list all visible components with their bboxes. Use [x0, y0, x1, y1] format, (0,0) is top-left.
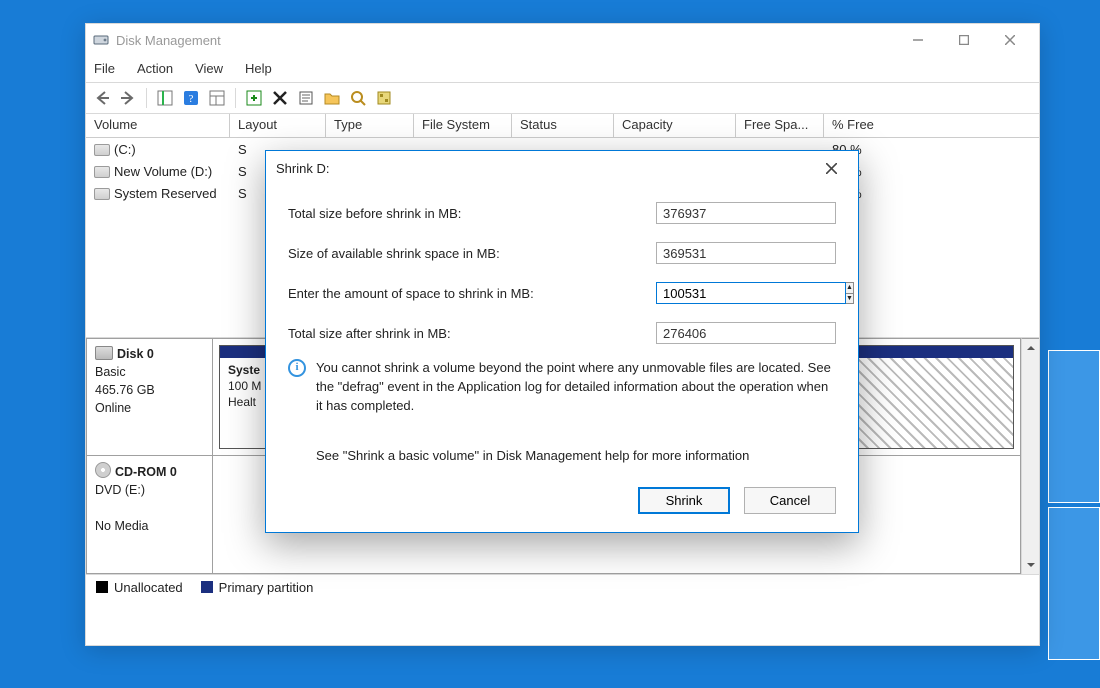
- menu-view[interactable]: View: [195, 56, 223, 82]
- volume-name: System Reserved: [114, 186, 217, 201]
- legend-primary: Primary partition: [201, 580, 314, 595]
- col-pctfree[interactable]: % Free: [824, 114, 1039, 137]
- maximize-button[interactable]: [941, 24, 987, 56]
- col-fs[interactable]: File System: [414, 114, 512, 137]
- col-layout[interactable]: Layout: [230, 114, 326, 137]
- details-pane-icon[interactable]: [205, 86, 229, 110]
- dialog-close-button[interactable]: [814, 151, 848, 185]
- info-icon: i: [288, 359, 306, 377]
- label-available: Size of available shrink space in MB:: [288, 246, 656, 261]
- row-available: Size of available shrink space in MB:: [288, 233, 836, 273]
- row-total-after: Total size after shrink in MB:: [288, 313, 836, 353]
- field-total-before: [656, 202, 836, 224]
- nav-forward-icon[interactable]: [116, 86, 140, 110]
- col-status[interactable]: Status: [512, 114, 614, 137]
- info-text: You cannot shrink a volume beyond the po…: [316, 359, 836, 416]
- menu-help[interactable]: Help: [245, 56, 272, 82]
- volume-name: New Volume (D:): [114, 164, 212, 179]
- volume-name: (C:): [114, 142, 136, 157]
- cancel-button[interactable]: Cancel: [744, 487, 836, 514]
- properties-icon[interactable]: [294, 86, 318, 110]
- menu-file[interactable]: File: [94, 56, 115, 82]
- drive-icon: [94, 188, 110, 200]
- field-total-after: [656, 322, 836, 344]
- nav-back-icon[interactable]: [90, 86, 114, 110]
- menu-action[interactable]: Action: [137, 56, 173, 82]
- legend-unallocated: Unallocated: [96, 580, 183, 595]
- scroll-up-icon[interactable]: [1022, 339, 1039, 357]
- cdrom-icon: [95, 462, 111, 478]
- dialog-help-text: See "Shrink a basic volume" in Disk Mana…: [288, 426, 836, 473]
- menu-bar: File Action View Help: [86, 56, 1039, 82]
- drive-icon: [94, 144, 110, 156]
- field-available: [656, 242, 836, 264]
- col-free[interactable]: Free Spa...: [736, 114, 824, 137]
- minimize-button[interactable]: [895, 24, 941, 56]
- open-icon[interactable]: [320, 86, 344, 110]
- explore-icon[interactable]: [346, 86, 370, 110]
- spin-up-icon[interactable]: ▲: [846, 283, 853, 294]
- dialog-buttons: Shrink Cancel: [266, 477, 858, 532]
- dialog-info: i You cannot shrink a volume beyond the …: [288, 353, 836, 426]
- refresh-icon[interactable]: [242, 86, 266, 110]
- dialog-title: Shrink D:: [276, 161, 329, 176]
- svg-text:?: ?: [189, 93, 194, 105]
- disk-management-icon: [92, 31, 110, 49]
- col-volume[interactable]: Volume: [86, 114, 230, 137]
- disk-info: CD-ROM 0 DVD (E:) No Media: [87, 456, 213, 573]
- shrink-spinner[interactable]: ▲ ▼: [846, 282, 854, 304]
- drive-icon: [94, 166, 110, 178]
- disk-map-scrollbar[interactable]: [1021, 338, 1039, 574]
- label-shrink-amount: Enter the amount of space to shrink in M…: [288, 286, 656, 301]
- legend: Unallocated Primary partition: [86, 574, 1039, 600]
- delete-icon[interactable]: [268, 86, 292, 110]
- shrink-dialog: Shrink D: Total size before shrink in MB…: [265, 150, 859, 533]
- show-hide-tree-icon[interactable]: [153, 86, 177, 110]
- dialog-titlebar[interactable]: Shrink D:: [266, 151, 858, 185]
- close-button[interactable]: [987, 24, 1033, 56]
- title-bar[interactable]: Disk Management: [86, 24, 1039, 56]
- settings-icon[interactable]: [372, 86, 396, 110]
- col-capacity[interactable]: Capacity: [614, 114, 736, 137]
- help-icon[interactable]: ?: [179, 86, 203, 110]
- row-total-before: Total size before shrink in MB:: [288, 193, 836, 233]
- shrink-button[interactable]: Shrink: [638, 487, 730, 514]
- label-total-after: Total size after shrink in MB:: [288, 326, 656, 341]
- volume-list-header: Volume Layout Type File System Status Ca…: [86, 114, 1039, 138]
- window-title: Disk Management: [116, 33, 221, 48]
- toolbar: ?: [86, 82, 1039, 114]
- input-shrink-amount[interactable]: [656, 282, 846, 304]
- desktop-accent: [1048, 350, 1100, 660]
- scroll-down-icon[interactable]: [1022, 556, 1039, 574]
- hdd-icon: [95, 346, 113, 360]
- spin-down-icon[interactable]: ▼: [846, 294, 853, 304]
- row-shrink-amount: Enter the amount of space to shrink in M…: [288, 273, 836, 313]
- disk-info: Disk 0 Basic 465.76 GB Online: [87, 339, 213, 455]
- label-total-before: Total size before shrink in MB:: [288, 206, 656, 221]
- col-type[interactable]: Type: [326, 114, 414, 137]
